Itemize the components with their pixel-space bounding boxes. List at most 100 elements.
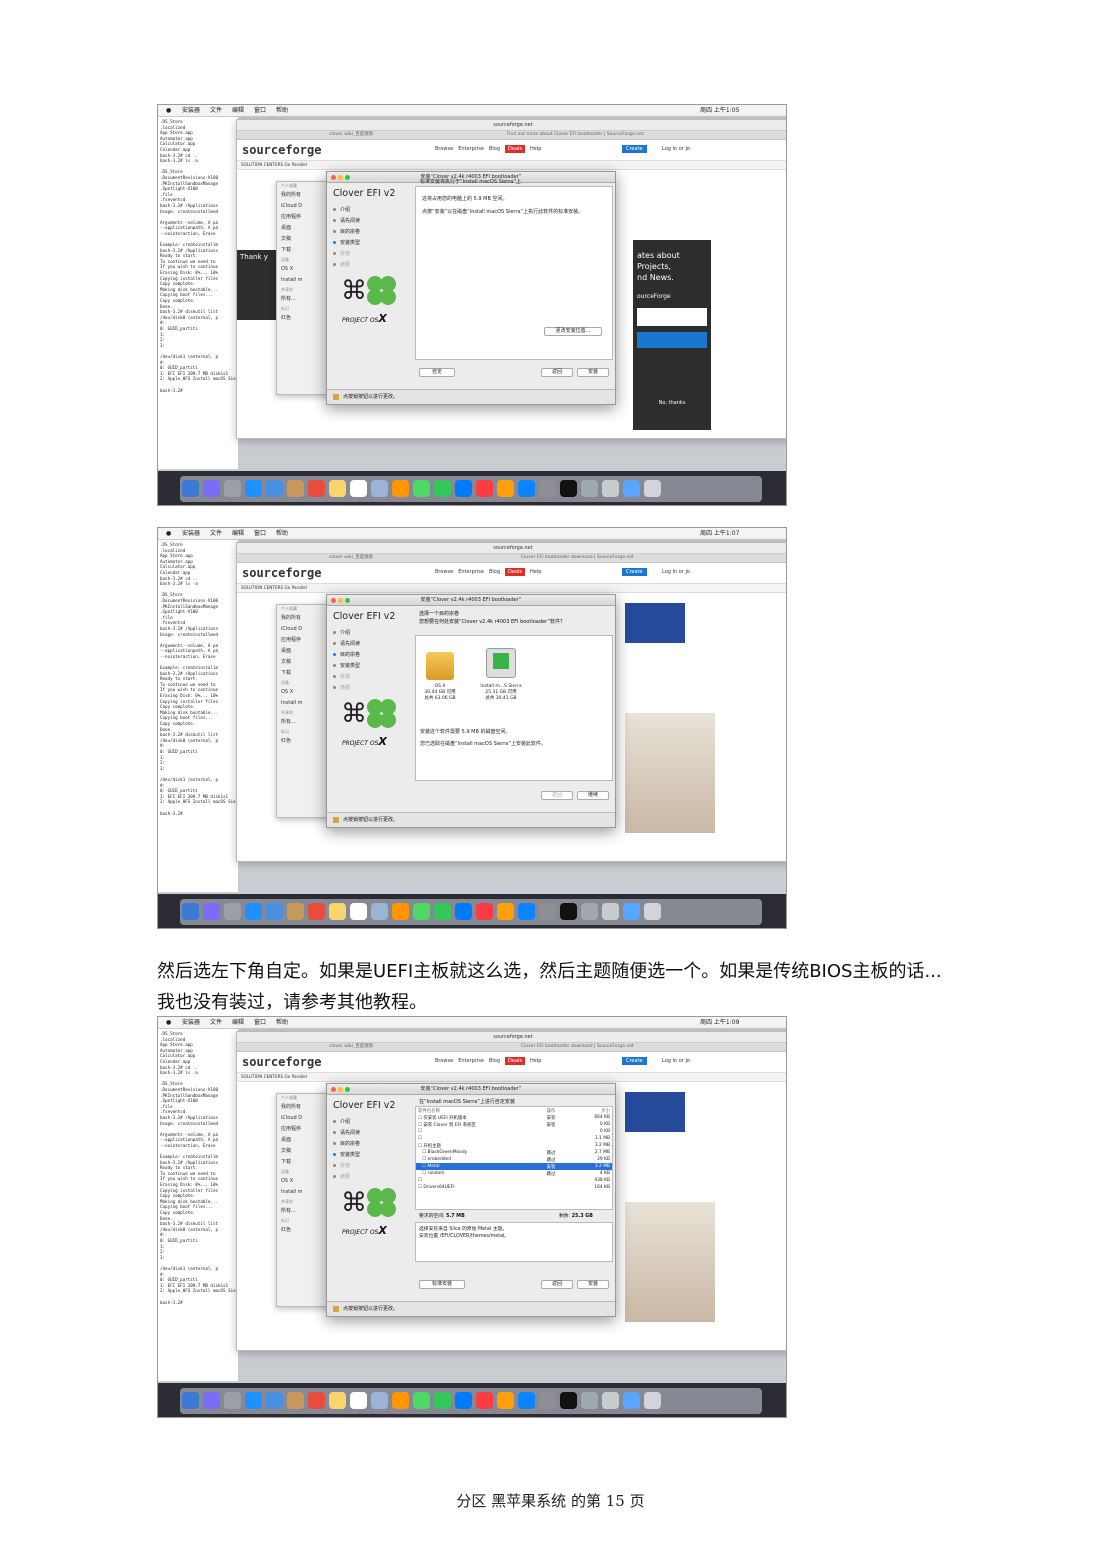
menu-window[interactable]: 窗口 xyxy=(254,1017,266,1028)
lock-icon[interactable] xyxy=(333,816,339,823)
login-link[interactable]: Log In or Jo xyxy=(662,569,690,575)
apple-icon[interactable]: ● xyxy=(166,105,171,116)
window-controls[interactable] xyxy=(331,1086,352,1096)
dock-icons[interactable] xyxy=(180,476,762,502)
terminal-window[interactable]: .DS_Store .localized App Store.app Automato… xyxy=(158,540,238,892)
install-button[interactable]: 安装 xyxy=(577,1280,609,1289)
dock-app-icon[interactable] xyxy=(602,1392,619,1409)
nav-deals[interactable]: Deals xyxy=(505,568,525,576)
menubar-clock[interactable]: 周四 上午1:05 xyxy=(700,105,739,116)
finder-item[interactable]: 下载 xyxy=(277,245,332,256)
dock-app-icon[interactable] xyxy=(518,480,535,497)
finder-item[interactable]: Install m xyxy=(277,1187,332,1198)
finder-item[interactable]: 应用程序 xyxy=(277,212,332,223)
drive-install-sierra-icon[interactable] xyxy=(486,648,516,678)
dock-app-icon[interactable] xyxy=(623,480,640,497)
dock-app-icon[interactable] xyxy=(644,1392,661,1409)
dock-app-icon[interactable] xyxy=(560,903,577,920)
dock-app-icon[interactable] xyxy=(329,903,346,920)
dock-app-icon[interactable] xyxy=(581,903,598,920)
package-row[interactable]: ☐ Metal 安装 3.2 MB xyxy=(416,1163,612,1170)
tab-baidu[interactable]: clover wiki_百度搜索 xyxy=(329,554,373,562)
menu-window[interactable]: 窗口 xyxy=(254,105,266,116)
finder-item[interactable]: OS X xyxy=(277,264,332,275)
dock-app-icon[interactable] xyxy=(224,903,241,920)
package-row[interactable]: ☐ 仅安装 UEFI 开机版本 安装 664 KB xyxy=(416,1114,612,1121)
finder-item[interactable]: 我的所有 xyxy=(277,1102,332,1113)
dock-app-icon[interactable] xyxy=(287,1392,304,1409)
dock-app-icon[interactable] xyxy=(623,1392,640,1409)
finder-item[interactable]: 红色 xyxy=(277,1225,332,1236)
dock-app-icon[interactable] xyxy=(476,903,493,920)
menu-installer[interactable]: 安装器 xyxy=(182,105,200,116)
back-button[interactable]: 返回 xyxy=(541,1280,573,1289)
dock-app-icon[interactable] xyxy=(329,1392,346,1409)
terminal-window[interactable]: .DS_Store .localized App Store.app Automato… xyxy=(158,1029,238,1381)
create-button[interactable]: Create xyxy=(622,145,647,153)
dock-app-icon[interactable] xyxy=(224,1392,241,1409)
dock-app-icon[interactable] xyxy=(581,480,598,497)
dock-app-icon[interactable] xyxy=(434,1392,451,1409)
sourceforge-logo[interactable]: sourceforge xyxy=(242,1055,321,1069)
package-row[interactable]: ☐ 1.1 MB xyxy=(416,1135,612,1142)
dock-app-icon[interactable] xyxy=(245,480,262,497)
apple-icon[interactable]: ● xyxy=(166,1017,171,1028)
finder-item[interactable]: Install m xyxy=(277,698,332,709)
package-row[interactable]: ☐ BlackGreenMoody 跳过 2.7 MB xyxy=(416,1149,612,1156)
dock-app-icon[interactable] xyxy=(350,903,367,920)
dock-app-icon[interactable] xyxy=(455,480,472,497)
nav-help[interactable]: Help xyxy=(530,1058,541,1064)
dock-app-icon[interactable] xyxy=(497,1392,514,1409)
nav-help[interactable]: Help xyxy=(530,569,541,575)
dock-app-icon[interactable] xyxy=(476,1392,493,1409)
customize-button[interactable]: 自定 xyxy=(419,368,455,377)
ad-banner[interactable] xyxy=(625,603,685,643)
ad-image[interactable] xyxy=(625,713,715,833)
lock-icon[interactable] xyxy=(333,1305,339,1312)
finder-item[interactable]: 我的所有 xyxy=(277,190,332,201)
dock-app-icon[interactable] xyxy=(560,480,577,497)
dock-app-icon[interactable] xyxy=(581,1392,598,1409)
change-location-button[interactable]: 更改安装位置... xyxy=(544,327,602,336)
dock-app-icon[interactable] xyxy=(350,1392,367,1409)
menu-help[interactable]: 帮助 xyxy=(276,105,288,116)
window-controls[interactable] xyxy=(331,597,352,607)
dock-app-icon[interactable] xyxy=(371,480,388,497)
finder-item[interactable]: 桌面 xyxy=(277,1135,332,1146)
continue-button[interactable]: 继续 xyxy=(577,791,609,800)
menu-file[interactable]: 文件 xyxy=(210,528,222,539)
dock-app-icon[interactable] xyxy=(203,480,220,497)
dock-icons[interactable] xyxy=(180,1388,762,1414)
terminal-window[interactable]: .DS_Store .localized App Store.app Automato… xyxy=(158,117,238,469)
ad-banner[interactable] xyxy=(625,1092,685,1132)
dock-app-icon[interactable] xyxy=(203,903,220,920)
finder-item[interactable]: OS X xyxy=(277,1176,332,1187)
back-button[interactable]: 返回 xyxy=(541,791,573,800)
finder-item[interactable]: 应用程序 xyxy=(277,1124,332,1135)
dock-app-icon[interactable] xyxy=(245,1392,262,1409)
dock-app-icon[interactable] xyxy=(182,1392,199,1409)
finder-item[interactable]: 应用程序 xyxy=(277,635,332,646)
finder-item[interactable]: 文稿 xyxy=(277,234,332,245)
menu-installer[interactable]: 安装器 xyxy=(182,528,200,539)
finder-item[interactable]: 所有... xyxy=(277,1206,332,1217)
menu-edit[interactable]: 编辑 xyxy=(232,1017,244,1028)
finder-item[interactable]: 文稿 xyxy=(277,657,332,668)
nav-browse[interactable]: Browse xyxy=(435,146,453,152)
finder-item[interactable]: 红色 xyxy=(277,313,332,324)
package-row[interactable]: ☐ 438 KB xyxy=(416,1177,612,1184)
dock-app-icon[interactable] xyxy=(371,1392,388,1409)
dock-app-icon[interactable] xyxy=(266,480,283,497)
dock-app-icon[interactable] xyxy=(644,480,661,497)
dock-app-icon[interactable] xyxy=(308,480,325,497)
nav-enterprise[interactable]: Enterprise xyxy=(458,569,484,575)
finder-item[interactable]: Install m xyxy=(277,275,332,286)
dock-app-icon[interactable] xyxy=(182,903,199,920)
menu-help[interactable]: 帮助 xyxy=(276,528,288,539)
finder-item[interactable]: 所有... xyxy=(277,294,332,305)
apple-icon[interactable]: ● xyxy=(166,528,171,539)
standard-install-button[interactable]: 标准安装 xyxy=(419,1280,465,1289)
email-input[interactable] xyxy=(637,308,707,326)
finder-item[interactable]: 我的所有 xyxy=(277,613,332,624)
dock-icons[interactable] xyxy=(180,899,762,925)
